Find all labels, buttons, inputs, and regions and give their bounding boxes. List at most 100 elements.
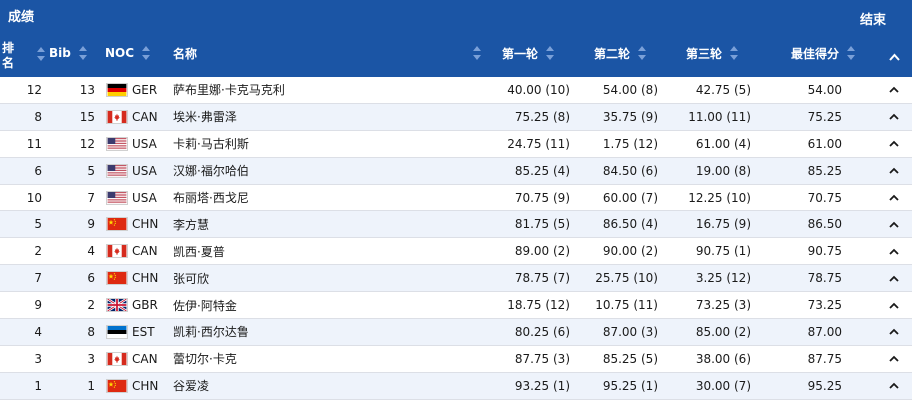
bib-cell: 3 [87,351,95,366]
table-row[interactable]: 5 9 CHN 李方慧 81.75 (5) 86.50 (4) 16.75 (9) 86.50 [0,211,912,239]
expand-row-chevron-icon[interactable] [889,104,899,130]
table-row[interactable]: 7 6 CHN 张可欣 78.75 (7) 25.75 (10) 3.25 (12) 78.7… [0,265,912,293]
column-label-rank: 排名 [2,41,15,70]
bib-cell: 8 [87,324,95,339]
best-score-cell: 73.25 [807,298,842,313]
event-status: 结束 [859,13,886,28]
sort-noc-icon[interactable] [142,46,151,60]
run3-cell: 85.00 (2) [695,324,751,339]
table-row[interactable]: 2 4 CAN 凯西·夏普 89.00 (2) 90.00 (2) 90.75 (1) 90.… [0,238,912,266]
noc-cell: CAN [132,109,158,124]
expand-row-chevron-icon[interactable] [889,373,899,399]
country-flag-icon [106,185,128,211]
country-flag-icon [106,104,128,130]
noc-cell: USA [132,163,157,178]
best-score-cell: 70.75 [807,190,842,205]
athlete-name-cell: 汉娜·福尔哈伯 [173,164,249,179]
table-row[interactable]: 3 3 CAN 蕾切尔·卡克 87.75 (3) 85.25 (5) 38.00 (6) 87… [0,346,912,373]
expand-row-chevron-icon[interactable] [889,185,899,211]
rank-cell: 6 [34,163,42,178]
run3-cell: 16.75 (9) [695,217,751,232]
noc-cell: GER [132,82,158,97]
table-row[interactable]: 6 5 USA 汉娜·福尔哈伯 85.25 (4) 84.50 (6) 19.00 (8) 8… [0,157,912,185]
rank-cell: 1 [34,378,42,393]
sort-run2-icon[interactable] [638,46,647,60]
column-header-run2[interactable]: 第二轮 [594,38,647,68]
expand-row-chevron-icon[interactable] [889,292,899,318]
bib-cell: 7 [87,190,95,205]
table-row[interactable]: 11 12 USA 卡莉·马古利斯 24.75 (11) 1.75 (12) 61.00 (… [0,131,912,158]
athlete-name-cell: 谷爱凌 [173,379,210,394]
bib-cell: 5 [87,163,95,178]
run3-cell: 3.25 (12) [695,271,751,286]
collapse-all-icon[interactable] [889,50,900,64]
bib-cell: 2 [87,298,95,313]
athlete-name-cell: 凯莉·西尔达鲁 [173,325,249,340]
table-row[interactable]: 9 2 GBR 佐伊·阿特金 18.75 (12) 10.75 (11) 73.25 (3)… [0,292,912,320]
noc-cell: USA [132,190,157,205]
column-header-best[interactable]: 最佳得分 [791,38,856,68]
rank-cell: 10 [26,190,42,205]
expand-row-chevron-icon[interactable] [889,131,899,157]
sort-name-icon[interactable] [473,46,481,60]
bib-cell: 12 [79,136,95,151]
column-header-noc[interactable]: NOC [105,38,151,68]
sort-best-icon[interactable] [847,46,856,60]
country-flag-icon [106,346,128,372]
athlete-name-cell: 李方慧 [173,217,210,232]
noc-cell: CAN [132,244,158,259]
rank-cell: 4 [34,324,42,339]
results-title: 成绩 [8,10,35,25]
column-label-bib: Bib [49,46,71,60]
table-row[interactable]: 1 1 CHN 谷爱凌 93.25 (1) 95.25 (1) 30.00 (7) 95.25 [0,372,912,400]
table-row[interactable]: 10 7 USA 布丽塔·西戈尼 70.75 (9) 60.00 (7) 12.25 (10… [0,185,912,212]
expand-row-chevron-icon[interactable] [889,319,899,345]
table-row[interactable]: 4 8 EST 凯莉·西尔达鲁 80.25 (6) 87.00 (3) 85.00 (2) 8… [0,319,912,346]
run3-cell: 11.00 (11) [688,109,751,124]
country-flag-icon [106,158,128,184]
best-score-cell: 95.25 [807,378,842,393]
column-header-rank[interactable]: 排名 [2,38,20,74]
athlete-name-cell: 萨布里娜·卡克马克利 [173,83,285,98]
run3-cell: 42.75 (5) [695,82,751,97]
noc-cell: CHN [132,217,159,232]
expand-row-chevron-icon[interactable] [889,346,899,372]
expand-row-chevron-icon[interactable] [889,158,899,184]
run3-cell: 61.00 (4) [695,136,751,151]
rank-cell: 12 [26,82,42,97]
athlete-name-cell: 佐伊·阿特金 [173,298,237,313]
best-score-cell: 61.00 [807,136,842,151]
athlete-name-cell: 卡莉·马古利斯 [173,137,249,152]
noc-cell: CHN [132,271,159,286]
rank-cell: 3 [34,351,42,366]
table-row[interactable]: 12 13 GER 萨布里娜·卡克马克利 40.00 (10) 54.00 (8) 42.7… [0,77,912,104]
expand-row-chevron-icon[interactable] [889,211,899,237]
bib-cell: 6 [87,271,95,286]
expand-row-chevron-icon[interactable] [889,265,899,291]
run3-cell: 38.00 (6) [695,351,751,366]
rank-cell: 9 [34,298,42,313]
rank-cell: 5 [34,217,42,232]
country-flag-icon [106,319,128,345]
country-flag-icon [106,373,128,399]
column-label-best: 最佳得分 [791,46,840,61]
table-row[interactable]: 8 15 CAN 埃米·弗雷泽 75.25 (8) 35.75 (9) 11.00 (11)… [0,103,912,131]
sort-rank-icon[interactable] [37,47,45,61]
column-header-bib[interactable]: Bib [49,38,87,68]
country-flag-icon [106,131,128,157]
run3-cell: 12.25 (10) [688,190,751,205]
expand-row-chevron-icon[interactable] [889,77,899,103]
best-score-cell: 90.75 [807,244,842,259]
athlete-name-cell: 张可欣 [173,271,210,286]
athlete-name-cell: 凯西·夏普 [173,244,225,259]
expand-row-chevron-icon[interactable] [889,238,899,264]
sort-bib-icon[interactable] [78,46,87,60]
bib-cell: 13 [79,82,95,97]
column-header-run3[interactable]: 第三轮 [686,38,739,68]
column-header-run1[interactable]: 第一轮 [502,38,555,68]
rank-cell: 8 [34,109,42,124]
best-score-cell: 87.75 [807,351,842,366]
sort-run1-icon[interactable] [546,46,555,60]
sort-run3-icon[interactable] [730,46,739,60]
column-header-name[interactable]: 名称 [173,38,197,68]
